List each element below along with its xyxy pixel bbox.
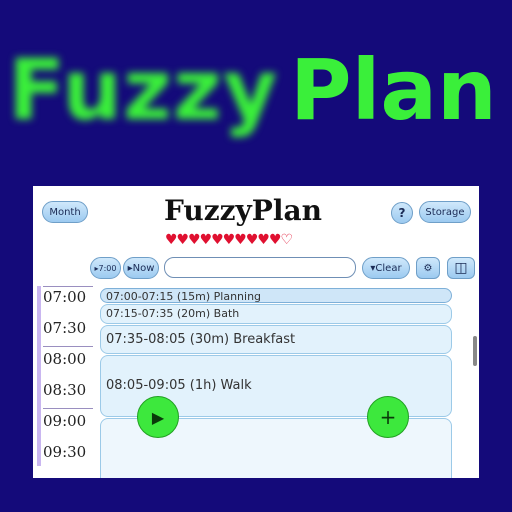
play-icon: ▶ [151,407,165,427]
clear-button[interactable]: ▾Clear [362,257,410,279]
play-button[interactable]: ▶ [137,396,179,438]
storage-button[interactable]: Storage [419,201,471,223]
hour-divider [43,346,93,347]
add-button[interactable]: + [367,396,409,438]
hearts-rating: ♥♥♥♥♥♥♥♥♥♥♡ [165,232,294,248]
event-item[interactable]: 07:15-07:35 (20m) Bath [100,304,452,324]
time-label: 09:30 [43,443,87,461]
hearts-empty: ♡ [280,232,294,248]
layout-icon: ◫ [454,260,468,276]
event-item[interactable]: 07:35-08:05 (30m) Breakfast [100,325,452,354]
month-button[interactable]: Month [42,201,88,223]
event-item[interactable]: 07:00-07:15 (15m) Planning [100,288,452,303]
hour-divider [43,286,93,287]
time-label: 07:00 [43,288,87,306]
time-label: 08:30 [43,381,87,399]
banner-fuzzy-text: Fuzzy [8,41,279,139]
settings-button[interactable]: ⚙ [416,257,440,279]
gear-icon: ⚙ [423,262,433,274]
layout-button[interactable]: ◫ [447,257,475,279]
app-title: FuzzyPlan [163,194,322,227]
hour-divider [43,408,93,409]
search-input[interactable] [164,257,356,278]
time-label: 07:30 [43,319,87,337]
time-label: 09:00 [43,412,87,430]
now-button[interactable]: ▸Now [123,257,159,279]
plus-icon: + [379,405,397,429]
help-button[interactable]: ? [391,202,413,224]
time-label: 08:00 [43,350,87,368]
scrollbar-thumb[interactable] [473,336,477,366]
jump-700-button[interactable]: ▸7:00 [90,257,121,279]
hearts-filled: ♥♥♥♥♥♥♥♥♥♥ [165,232,282,248]
app-window: Month FuzzyPlan ? Storage ♥♥♥♥♥♥♥♥♥♥♡ ▸7… [33,186,479,478]
banner-plan-text: Plan [290,41,497,139]
timeline-bar [37,286,41,466]
banner: Fuzzy Plan [0,40,512,150]
